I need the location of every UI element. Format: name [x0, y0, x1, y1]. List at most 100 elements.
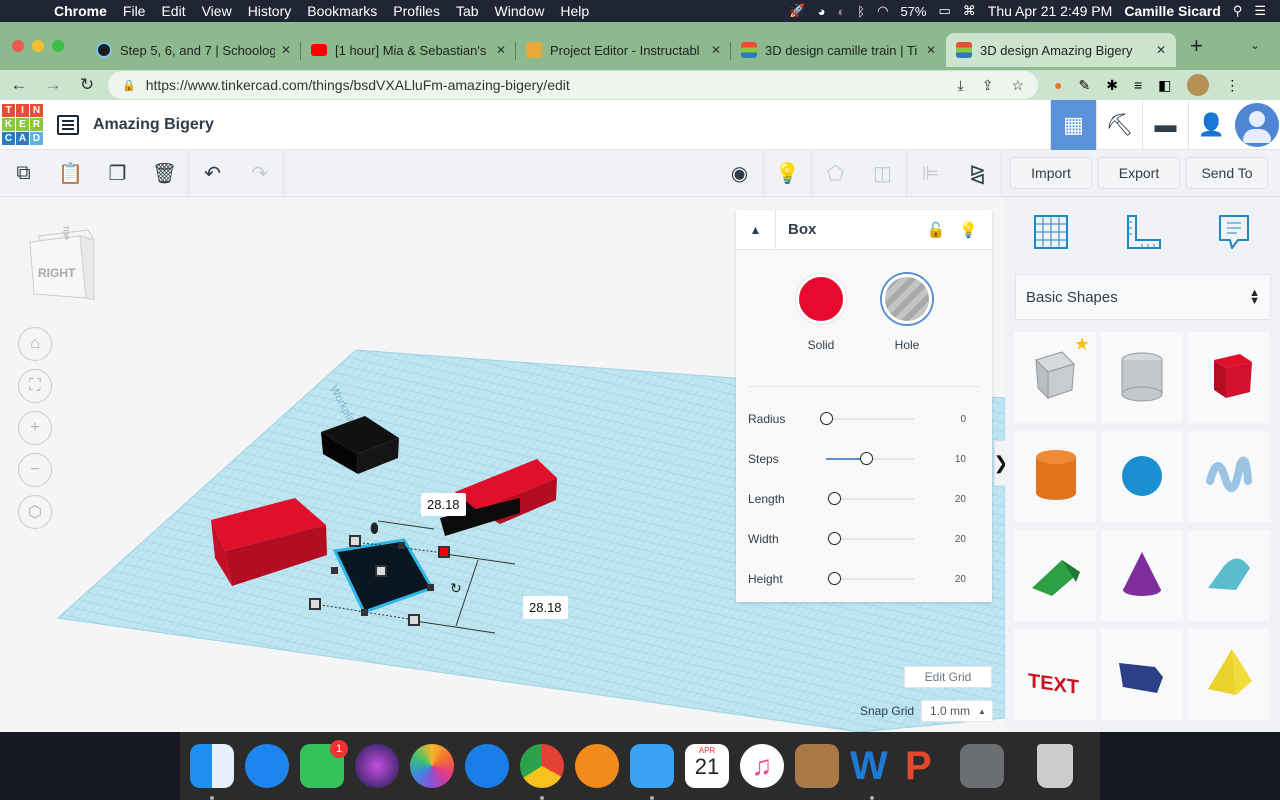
ortho-perspective-button[interactable]: ⬡ — [18, 495, 52, 529]
dock-app-store[interactable] — [245, 744, 289, 788]
view-cube-face-label[interactable]: RIGHT — [38, 266, 75, 280]
fit-view-button[interactable]: ⛶ — [18, 369, 52, 403]
zoom-out-button[interactable]: − — [18, 453, 52, 487]
zoom-in-button[interactable]: + — [18, 411, 52, 445]
shape-text[interactable]: TEXT — [1014, 629, 1096, 720]
slider-knob[interactable] — [827, 532, 841, 545]
property-value[interactable]: 20 — [914, 494, 966, 505]
menu-edit[interactable]: Edit — [161, 3, 185, 19]
moon-icon[interactable]: ◐ — [837, 4, 845, 19]
close-tab-icon[interactable]: ✕ — [1156, 43, 1166, 57]
invite-collaborator-button[interactable]: 👤 — [1188, 100, 1234, 150]
home-view-button[interactable]: ⌂ — [18, 327, 52, 361]
new-tab-button[interactable]: + — [1190, 33, 1203, 59]
menu-view[interactable]: View — [202, 3, 232, 19]
dock-contacts[interactable] — [795, 744, 839, 788]
extension-toggle-icon[interactable]: ● — [1054, 77, 1062, 93]
pencil-extension-icon[interactable]: ✎ — [1078, 77, 1090, 94]
hole-option[interactable]: Hole — [882, 274, 932, 386]
browser-tab[interactable]: Step 5, 6, and 7 | Schoolog ✕ — [86, 33, 301, 67]
resize-handle[interactable] — [408, 614, 420, 626]
resize-handle-active[interactable] — [438, 546, 450, 558]
dock-photos[interactable] — [410, 744, 454, 788]
browser-tab[interactable]: 3D design camille train | Ti ✕ — [731, 33, 946, 67]
shape-box[interactable] — [1188, 332, 1270, 423]
browser-tab[interactable]: [1 hour] Mia & Sebastian's ✕ — [301, 33, 516, 67]
sidepanel-icon[interactable]: ◧ — [1158, 77, 1171, 94]
resize-handle[interactable] — [309, 598, 321, 610]
shape-box-hole[interactable]: ★ — [1014, 332, 1096, 423]
dock-finder[interactable] — [190, 744, 234, 800]
shape-library-select[interactable]: Basic Shapes ▲ ▼ — [1015, 274, 1271, 320]
control-center-icon[interactable]: ☰ — [1254, 3, 1266, 19]
menu-tab[interactable]: Tab — [456, 3, 479, 19]
align-button[interactable]: ⊫ — [907, 150, 954, 197]
show-all-button[interactable]: 💡 — [764, 150, 811, 197]
shape-roof[interactable] — [1014, 530, 1096, 621]
shape-round-roof[interactable] — [1188, 530, 1270, 621]
resize-handle[interactable] — [349, 535, 361, 547]
export-button[interactable]: Export — [1098, 157, 1180, 189]
dock-messages[interactable] — [630, 744, 674, 800]
user-name[interactable]: Camille Sicard — [1124, 3, 1221, 19]
dock-word[interactable]: W — [850, 744, 894, 800]
back-button[interactable]: ← — [4, 75, 34, 95]
solid-color-swatch[interactable] — [796, 274, 846, 324]
lock-icon[interactable]: 🔒 — [122, 79, 136, 92]
datetime[interactable]: Thu Apr 21 2:49 PM — [988, 3, 1113, 19]
dock-powerpoint[interactable]: P — [905, 744, 949, 788]
shape-cylinder-hole[interactable] — [1101, 332, 1183, 423]
menu-app-chrome[interactable]: Chrome — [54, 3, 107, 19]
shape-pyramid[interactable] — [1188, 629, 1270, 720]
view-cube[interactable]: TOP RIGHT — [28, 225, 95, 301]
minecraft-view-button[interactable]: ⛏ — [1096, 100, 1142, 150]
ungroup-button[interactable]: ◫ — [859, 150, 906, 197]
edit-grid-button[interactable]: Edit Grid — [904, 666, 992, 688]
view-cube-top-label[interactable]: TOP — [62, 225, 69, 239]
user-avatar[interactable] — [1234, 100, 1280, 150]
property-slider[interactable] — [826, 532, 914, 545]
shape-scribble[interactable] — [1188, 431, 1270, 522]
status-app-icon[interactable]: ◕ — [818, 4, 826, 19]
workplane-tool-button[interactable] — [1031, 212, 1071, 252]
browser-tab[interactable]: Project Editor - Instructabl ✕ — [516, 33, 731, 67]
tinkercad-logo[interactable]: TIN KER CAD — [2, 104, 43, 145]
battery-icon[interactable]: ▭ — [938, 3, 950, 19]
dock-chrome[interactable] — [520, 744, 564, 800]
solid-option[interactable]: Solid — [796, 274, 846, 386]
share-icon[interactable]: ⇪ — [982, 77, 994, 94]
center-handle[interactable] — [375, 565, 387, 577]
paste-button[interactable]: 📋 — [47, 150, 94, 197]
menu-help[interactable]: Help — [560, 3, 589, 19]
property-slider[interactable] — [826, 452, 914, 465]
close-tab-icon[interactable]: ✕ — [926, 43, 936, 57]
design-list-icon[interactable] — [57, 114, 79, 135]
hole-swatch[interactable] — [882, 274, 932, 324]
notes-visibility-button[interactable]: ◉ — [716, 150, 763, 197]
minimize-window-button[interactable] — [32, 40, 44, 52]
dock-system-preferences[interactable] — [960, 744, 1004, 788]
send-to-button[interactable]: Send To — [1186, 157, 1268, 189]
3d-design-view-button[interactable]: ▦ — [1050, 100, 1096, 150]
chrome-menu-icon[interactable]: ⋮ — [1225, 77, 1239, 94]
property-value[interactable]: 20 — [914, 534, 966, 545]
group-button[interactable]: ⬠ — [812, 150, 859, 197]
property-value[interactable]: 10 — [914, 454, 966, 465]
import-button[interactable]: Import — [1010, 157, 1092, 189]
dimension-label[interactable]: 28.18 — [523, 596, 568, 619]
install-app-icon[interactable]: ⤓ — [958, 77, 964, 94]
close-tab-icon[interactable]: ✕ — [281, 43, 291, 57]
rotate-handle-icon[interactable]: ↻ — [450, 580, 462, 596]
property-value[interactable]: 20 — [914, 574, 966, 585]
address-bar[interactable]: 🔒 https://www.tinkercad.com/things/bsdVX… — [108, 71, 1038, 99]
reload-button[interactable]: ↻ — [72, 75, 102, 95]
url-text[interactable]: https://www.tinkercad.com/things/bsdVXAL… — [146, 77, 570, 93]
profile-avatar[interactable] — [1187, 74, 1210, 96]
dock-trash[interactable] — [1037, 744, 1073, 788]
close-window-button[interactable] — [12, 40, 24, 52]
property-slider[interactable] — [826, 572, 914, 585]
close-tab-icon[interactable]: ✕ — [496, 43, 506, 57]
spotlight-icon[interactable]: ⚲ — [1233, 3, 1243, 19]
close-tab-icon[interactable]: ✕ — [711, 43, 721, 57]
menu-bookmarks[interactable]: Bookmarks — [307, 3, 377, 19]
